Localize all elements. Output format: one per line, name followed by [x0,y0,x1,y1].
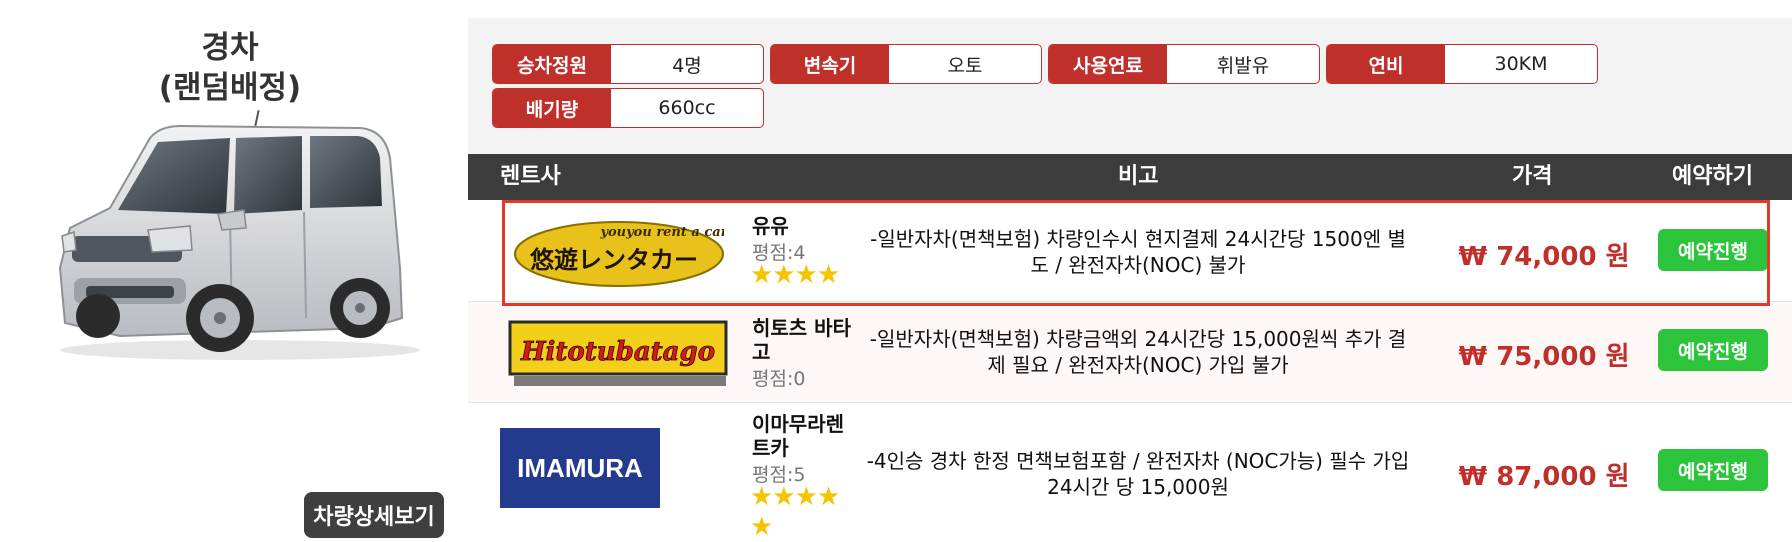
car-assignment-note: (랜덤배정) [158,70,302,106]
company-name-line: 트카 [752,436,789,460]
price: ₩ 87,000 원 [1458,462,1630,492]
imamura-logo: IMAMURA [500,428,660,508]
spec-fuel: 사용연료 휘발유 [1048,44,1320,84]
spec-label: 승차정원 [493,45,611,83]
selected-row-highlight [502,200,1770,306]
note-line: -일반자차(면책보험) 차량금액외 24시간당 15,000원씩 추가 결 [869,327,1407,351]
company-name-line: 히토츠 바타 [752,316,851,340]
stars-line: ★★★★ [750,482,840,512]
spec-label: 배기량 [493,89,611,127]
spec-label: 연비 [1327,45,1445,83]
spec-label: 사용연료 [1049,45,1167,83]
company-name: 이마무라렌 트카 [752,412,844,460]
spec-label: 변속기 [771,45,889,83]
reserve-button[interactable]: 예약진행 [1658,329,1768,371]
rating-text: 평점:0 [752,368,806,390]
car-class-title: 경차 [201,30,259,66]
spec-value: 오토 [947,54,983,77]
rental-note: -4인승 경차 한정 면책보험포함 / 완전자차 (NOC가능) 필수 가입 2… [860,448,1416,500]
spec-value: 4명 [672,54,702,77]
header-company: 렌트사 [500,164,561,189]
spec-seating: 승차정원 4명 [492,44,764,84]
note-line: 제 필요 / 완전자차(NOC) 가입 불가 [987,353,1289,377]
header-price: 가격 [1512,164,1553,189]
table-header: 렌트사 비고 가격 예약하기 [468,154,1792,200]
rental-note: -일반자차(면책보험) 차량금액외 24시간당 15,000원씩 추가 결 제 … [860,326,1416,378]
logo-text: Hitotubatago [520,337,715,367]
company-name: 히토츠 바타 고 [752,316,851,364]
company-name-line: 고 [752,340,771,364]
spec-fuel-economy: 연비 30KM [1326,44,1598,84]
header-reserve: 예약하기 [1672,164,1753,189]
spec-value: 휘발유 [1216,54,1270,77]
reserve-button[interactable]: 예약진행 [1658,449,1768,491]
row-divider [468,402,1792,403]
rating-stars: ★★★★ ★ [750,482,850,542]
header-note: 비고 [1118,164,1159,189]
spec-value: 30KM [1494,53,1548,75]
spec-displacement: 배기량 660cc [492,88,764,128]
car-image [58,124,420,360]
note-line: 24시간 당 15,000원 [1047,475,1229,499]
note-line: -4인승 경차 한정 면책보험포함 / 완전자차 (NOC가능) 필수 가입 [866,449,1410,473]
stars-line: ★ [750,512,773,542]
company-name-line: 이마무라렌 [752,412,844,436]
spec-value: 660cc [658,97,716,119]
price: ₩ 75,000 원 [1458,342,1630,372]
hitotubatago-logo: Hitotubatago [508,320,728,386]
spec-transmission: 변속기 오토 [770,44,1042,84]
car-detail-button[interactable]: 차량상세보기 [304,492,444,538]
car-panel: 경차 (랜덤배정) 차량상세보기 [0,0,460,542]
